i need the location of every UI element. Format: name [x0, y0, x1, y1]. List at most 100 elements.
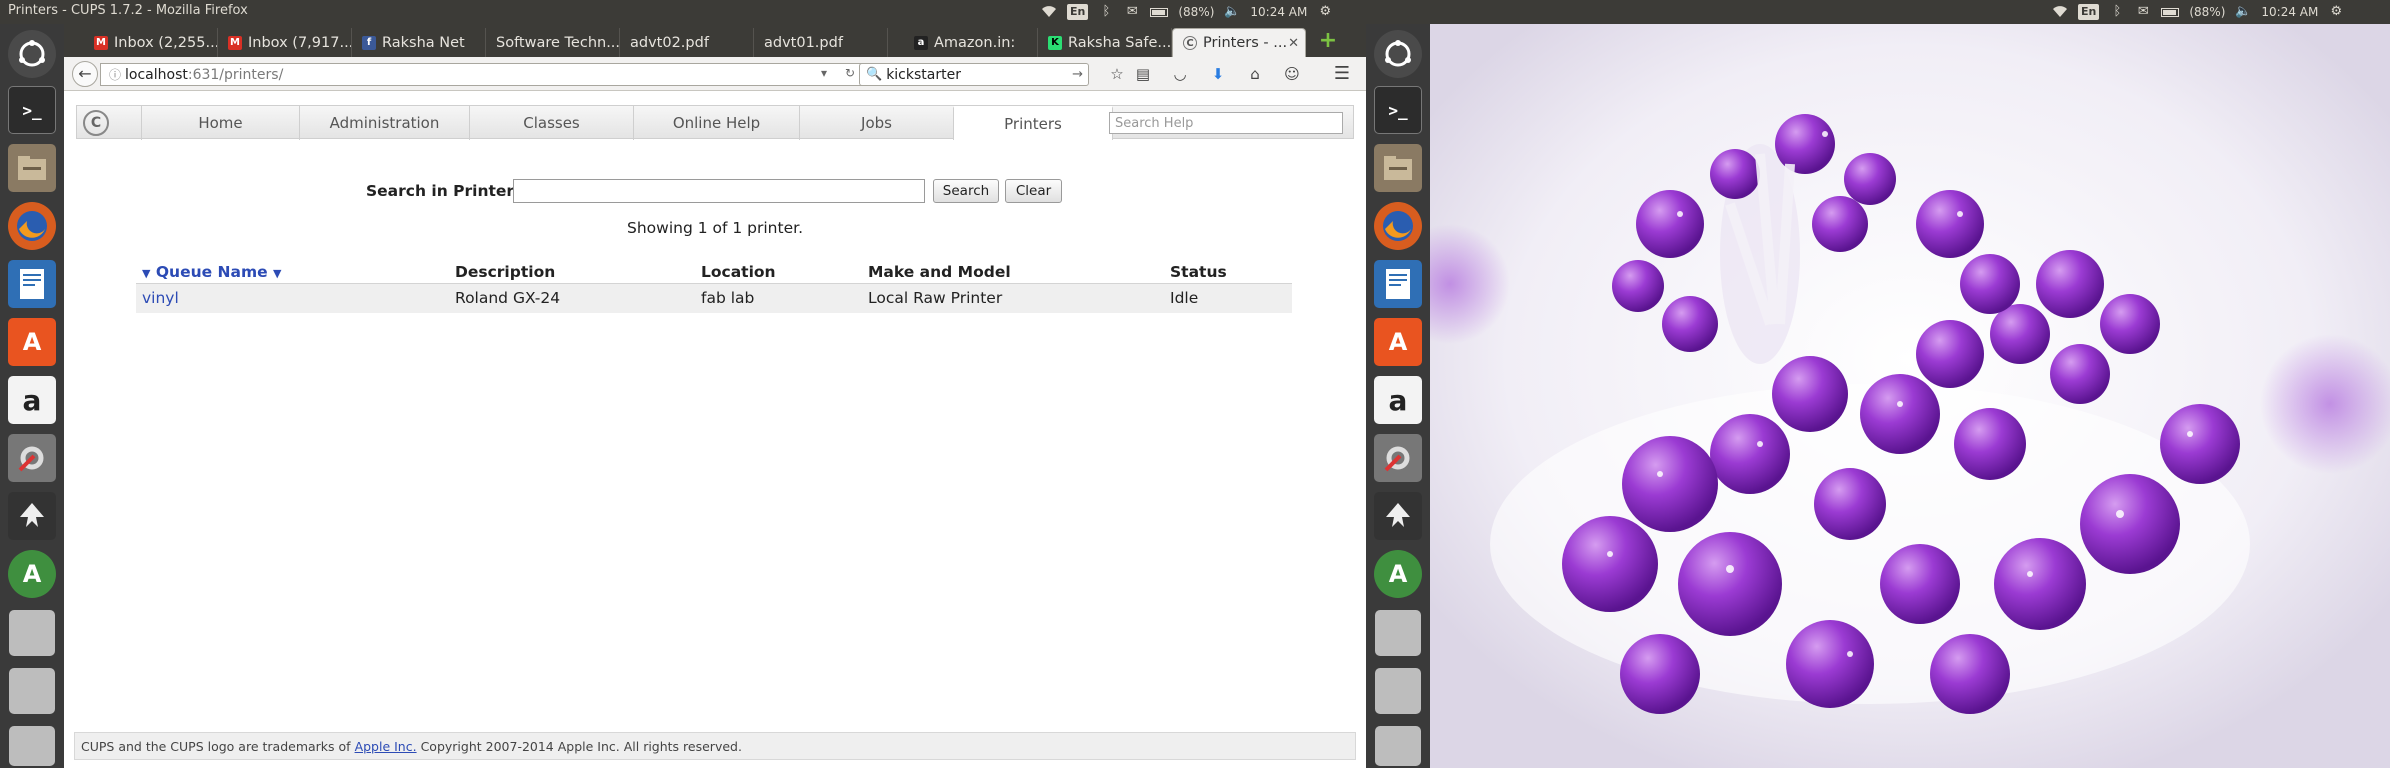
update-manager-icon[interactable]: A: [1374, 550, 1422, 598]
tab-inbox-1[interactable]: M Inbox (2,255...: [84, 28, 218, 57]
clock[interactable]: 10:24 AM: [1250, 5, 1307, 19]
column-header-status[interactable]: Status: [1164, 261, 1292, 284]
window-title: Printers - CUPS 1.7.2 - Mozilla Firefox: [8, 3, 248, 18]
printer-search-form: Search in Printers: Search Clear: [64, 177, 1366, 203]
tab-advt01[interactable]: advt01.pdf: [754, 28, 888, 57]
nav-jobs[interactable]: Jobs: [799, 106, 953, 140]
inkscape-icon[interactable]: [1374, 492, 1422, 540]
nav-administration[interactable]: Administration: [299, 106, 469, 140]
url-host: localhost: [125, 66, 188, 83]
battery-icon[interactable]: [1150, 7, 1169, 17]
gear-icon[interactable]: ⚙: [1317, 4, 1333, 20]
bluetooth-icon[interactable]: ᛒ: [1098, 4, 1114, 20]
drive-icon[interactable]: [1375, 610, 1421, 656]
downloads-icon[interactable]: ⬇: [1208, 64, 1228, 84]
bookmark-star-icon[interactable]: ☆: [1107, 64, 1127, 84]
chat-icon[interactable]: ☺: [1282, 64, 1302, 84]
column-header-location[interactable]: Location: [695, 261, 862, 284]
footer-text: CUPS and the CUPS logo are trademarks of: [81, 738, 351, 754]
volume-icon[interactable]: 🔈: [2235, 4, 2251, 20]
writer-icon[interactable]: [8, 260, 56, 308]
search-value: kickstarter: [886, 66, 961, 83]
dash-icon[interactable]: [8, 30, 56, 78]
wifi-icon[interactable]: [2052, 4, 2068, 20]
files-icon[interactable]: [1374, 144, 1422, 192]
nav-online-help[interactable]: Online Help: [633, 106, 799, 140]
search-icon: 🔍: [866, 67, 883, 82]
site-info-icon[interactable]: ⓘ: [109, 66, 121, 83]
inkscape-icon[interactable]: [8, 492, 56, 540]
new-tab-icon[interactable]: +: [1318, 30, 1338, 52]
files-icon[interactable]: [8, 144, 56, 192]
tab-software-techn[interactable]: Software Techn...: [486, 28, 620, 57]
nav-classes[interactable]: Classes: [469, 106, 633, 140]
nav-home[interactable]: Home: [141, 106, 299, 140]
firefox-icon[interactable]: [8, 202, 56, 250]
mail-icon[interactable]: ✉: [1124, 4, 1140, 20]
reading-list-icon[interactable]: ▤: [1133, 64, 1153, 84]
system-settings-icon[interactable]: [8, 434, 56, 482]
software-center-icon[interactable]: A: [1374, 318, 1422, 366]
close-tab-icon[interactable]: ✕: [1288, 36, 1299, 51]
gear-icon[interactable]: ⚙: [2328, 4, 2344, 20]
writer-icon[interactable]: [1374, 260, 1422, 308]
tab-printers[interactable]: C Printers - ... ✕: [1172, 28, 1306, 57]
dash-icon[interactable]: [1374, 30, 1422, 78]
cell-status: Idle: [1164, 283, 1292, 313]
drive-icon[interactable]: [9, 610, 55, 656]
printer-link[interactable]: vinyl: [142, 289, 179, 307]
tab-amazon[interactable]: a Amazon.in:: [904, 28, 1038, 57]
clock[interactable]: 10:24 AM: [2261, 5, 2318, 19]
clear-button[interactable]: Clear: [1005, 179, 1062, 203]
tab-raksha-net[interactable]: f Raksha Net: [352, 28, 486, 57]
printer-search-input[interactable]: [513, 179, 925, 203]
search-bar[interactable]: 🔍 kickstarter →: [859, 63, 1089, 86]
keyboard-layout-indicator[interactable]: En: [2078, 4, 2100, 20]
mail-icon[interactable]: ✉: [2135, 4, 2151, 20]
search-go-icon[interactable]: →: [1072, 67, 1083, 82]
right-screen: En ᛒ ✉ (88%) 🔈 10:24 AM ⚙ >_ A a A: [1366, 0, 2390, 768]
tab-label: Raksha Net: [382, 34, 465, 51]
amazon-icon[interactable]: a: [1374, 376, 1422, 424]
home-icon[interactable]: ⌂: [1245, 64, 1265, 84]
reload-icon[interactable]: ↻: [845, 66, 855, 80]
system-settings-icon[interactable]: [1374, 434, 1422, 482]
battery-icon[interactable]: [2161, 7, 2180, 17]
help-search-input[interactable]: Search Help: [1109, 112, 1343, 134]
back-icon[interactable]: ←: [72, 61, 98, 87]
search-button[interactable]: Search: [933, 179, 999, 203]
apple-link[interactable]: Apple Inc.: [355, 739, 417, 754]
trash-icon[interactable]: [1375, 726, 1421, 766]
tab-raksha-safe[interactable]: K Raksha Safe...: [1038, 28, 1172, 57]
menu-icon[interactable]: ☰: [1332, 64, 1352, 84]
drive-icon[interactable]: [9, 668, 55, 714]
column-header-description[interactable]: Description: [449, 261, 695, 284]
bluetooth-icon[interactable]: ᛒ: [2109, 4, 2125, 20]
update-manager-icon[interactable]: A: [8, 550, 56, 598]
volume-icon[interactable]: 🔈: [1224, 4, 1240, 20]
keyboard-layout-indicator[interactable]: En: [1067, 4, 1089, 20]
tab-advt02[interactable]: advt02.pdf: [620, 28, 754, 57]
result-count: Showing 1 of 1 printer.: [627, 219, 803, 237]
url-history-dropdown-icon[interactable]: ▾: [821, 66, 827, 80]
tab-label: Inbox (2,255...: [114, 34, 218, 51]
firefox-icon[interactable]: [1374, 202, 1422, 250]
url-bar[interactable]: ⓘ localhost :631/printers/ ▾ ↻: [100, 63, 880, 86]
trash-icon[interactable]: [9, 726, 55, 766]
terminal-icon[interactable]: >_: [8, 86, 56, 134]
tab-inbox-2[interactable]: M Inbox (7,917...: [218, 28, 352, 57]
wifi-icon[interactable]: [1041, 4, 1057, 20]
footer-copyright: Copyright 2007-2014 Apple Inc. All right…: [420, 738, 742, 754]
gmail-icon: M: [228, 35, 242, 50]
column-header-make-model[interactable]: Make and Model: [862, 261, 1164, 284]
launcher: >_ A a A: [0, 24, 64, 768]
nav-printers[interactable]: Printers: [953, 106, 1113, 140]
drive-icon[interactable]: [1375, 668, 1421, 714]
table-row: vinyl Roland GX-24 fab lab Local Raw Pri…: [136, 283, 1292, 313]
terminal-icon[interactable]: >_: [1374, 86, 1422, 134]
pocket-icon[interactable]: ◡: [1170, 64, 1190, 84]
column-header-queue-name[interactable]: ▼ Queue Name ▼: [136, 261, 449, 284]
amazon-icon[interactable]: a: [8, 376, 56, 424]
software-center-icon[interactable]: A: [8, 318, 56, 366]
cups-logo-icon[interactable]: C: [83, 110, 109, 136]
